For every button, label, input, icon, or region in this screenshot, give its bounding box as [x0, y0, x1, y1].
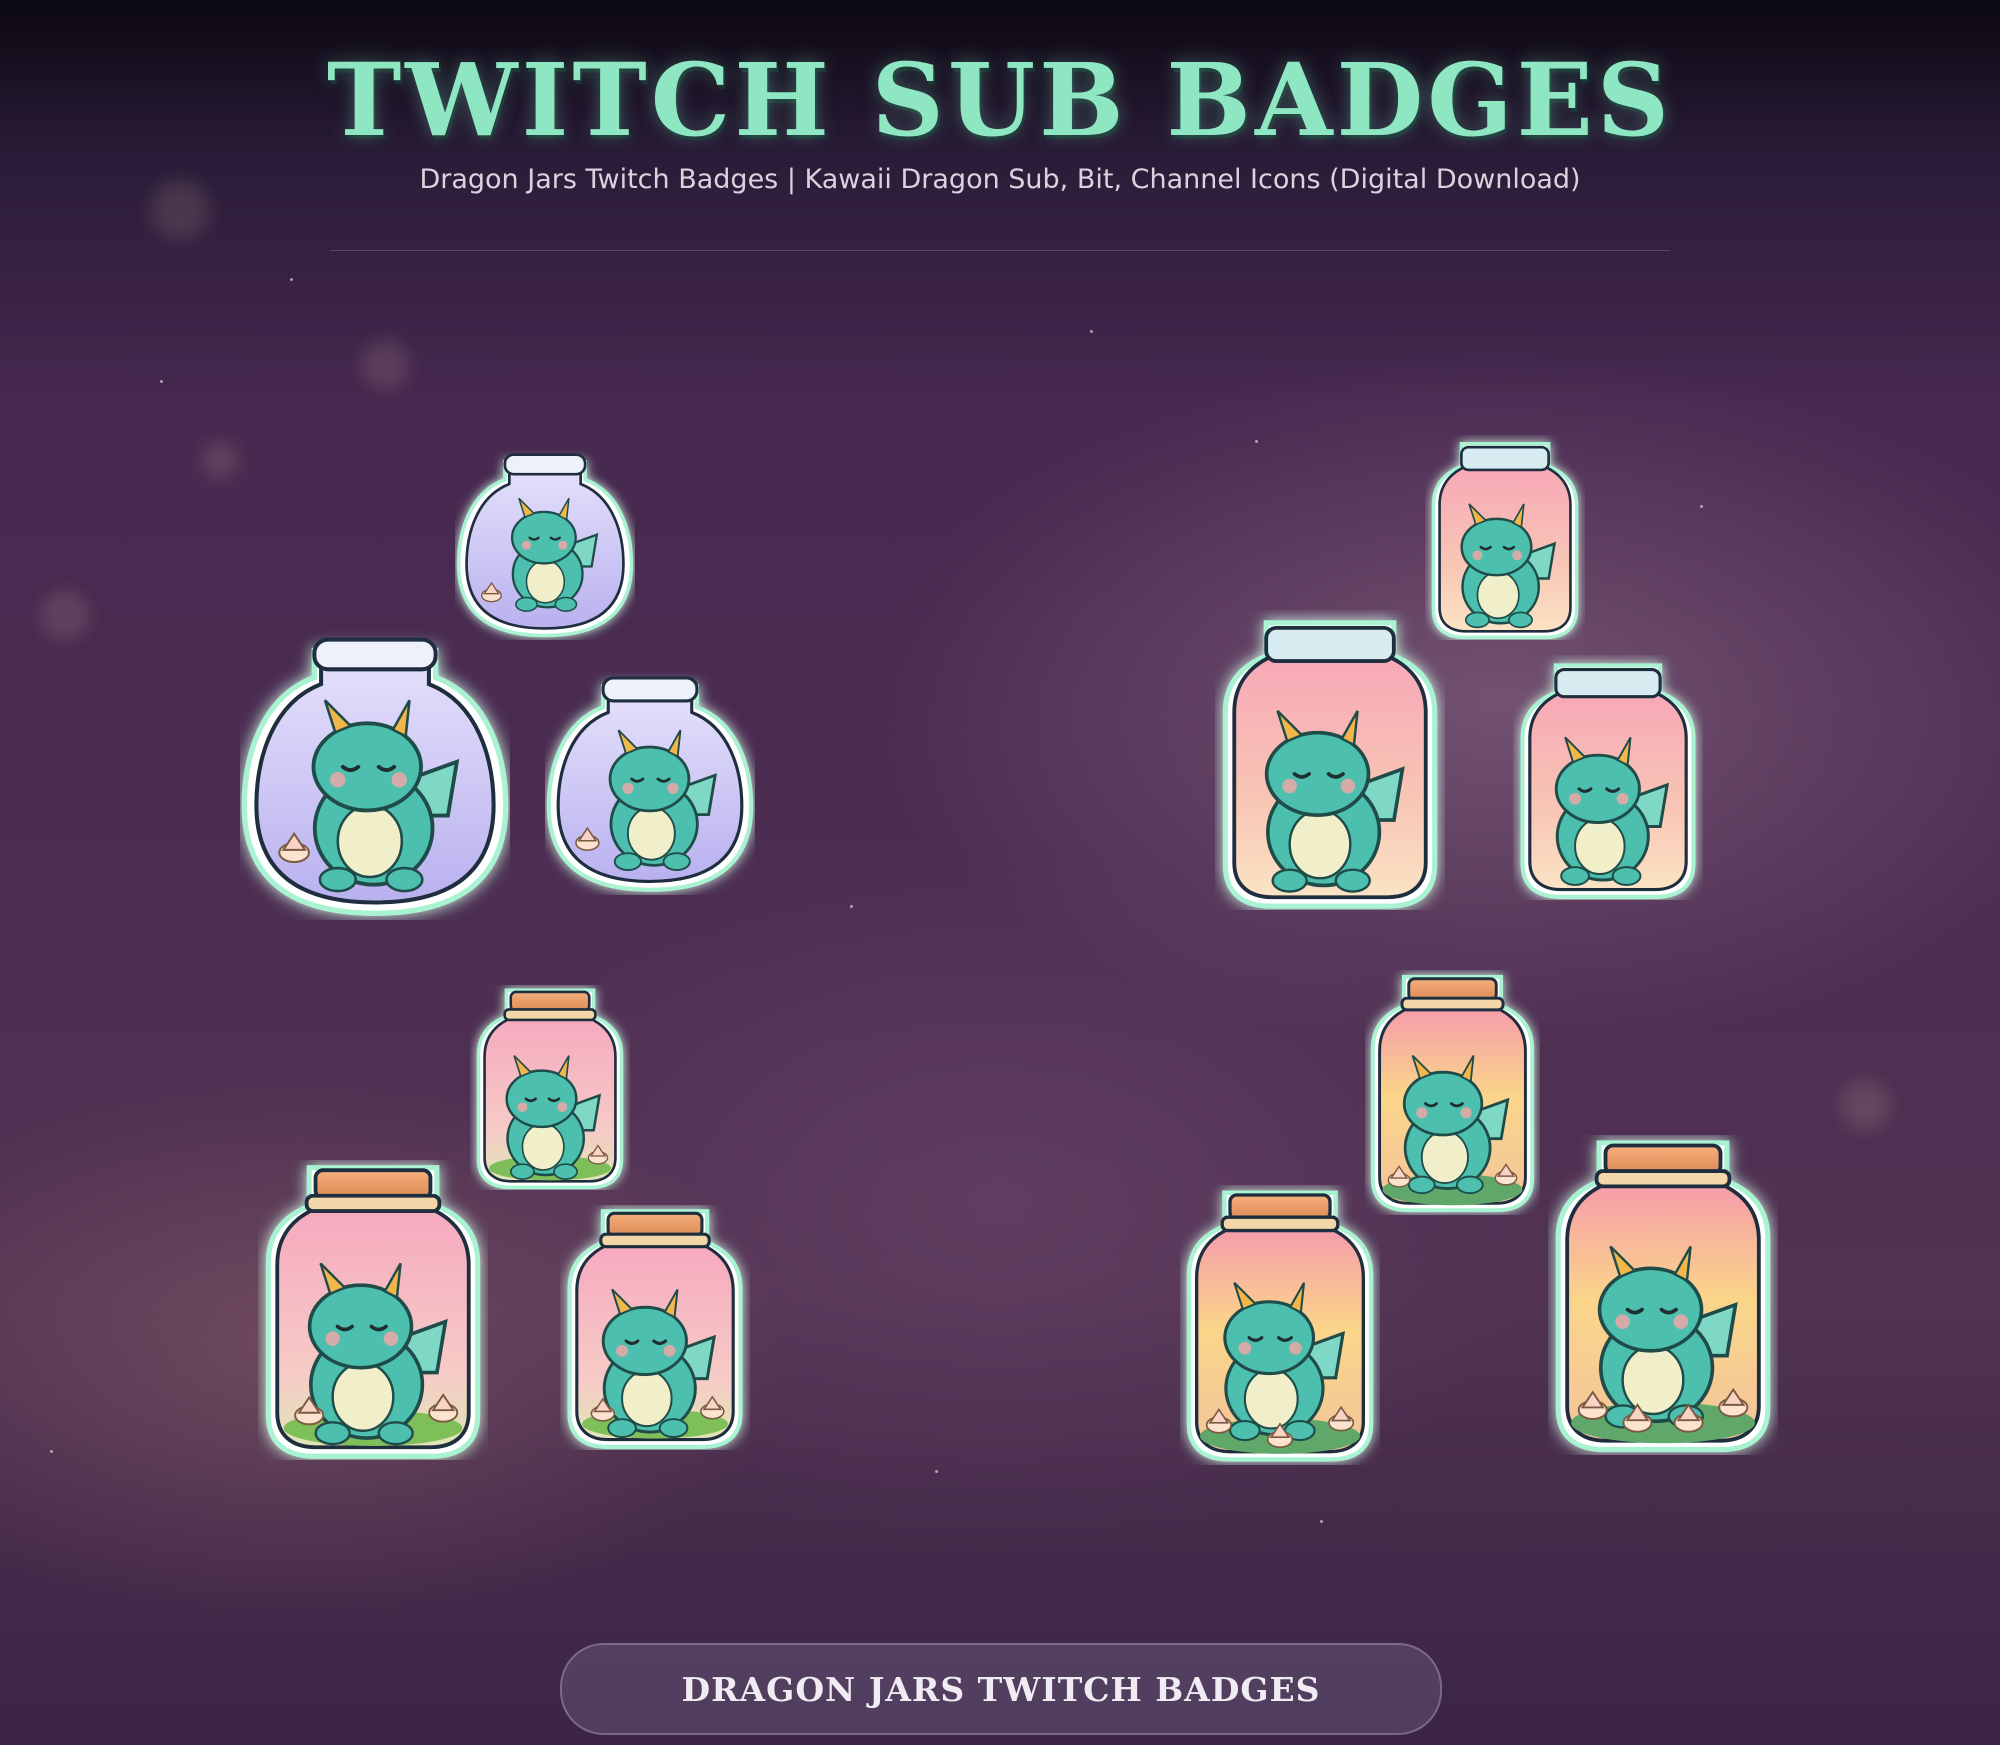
pink-glass-jar-badge-medium [1520, 663, 1696, 899]
star [1255, 440, 1258, 443]
star [290, 278, 293, 281]
bokeh-light [360, 340, 410, 390]
pink-glass-jar-badge-large [1222, 620, 1438, 909]
purple-jar-badge-medium [546, 676, 754, 892]
product-name-label: DRAGON JARS TWITCH BADGES [681, 1669, 1321, 1709]
pink-cork-jar-badge-small [476, 988, 624, 1190]
bokeh-light [1840, 1080, 1890, 1130]
pink-cork-jar-badge-large [265, 1165, 481, 1459]
product-name-button[interactable]: DRAGON JARS TWITCH BADGES [560, 1643, 1442, 1735]
bokeh-light [200, 440, 240, 480]
star [1090, 330, 1093, 333]
pink-cork-jar-badge-medium [567, 1209, 743, 1449]
page-title: TWITCH SUB BADGES [326, 41, 1674, 159]
star [1700, 505, 1703, 508]
header-divider [330, 250, 1670, 251]
pink-glass-jar-badge-small [1431, 441, 1579, 640]
sunset-cork-jar-badge-large [1555, 1140, 1771, 1453]
star [160, 380, 163, 383]
page-header: TWITCH SUB BADGES Dragon Jars Twitch Bad… [0, 40, 2000, 195]
purple-jar-badge-large [241, 637, 509, 916]
star [1320, 1520, 1323, 1523]
sunset-cork-jar-badge-small [1370, 974, 1535, 1213]
star [850, 905, 853, 908]
bokeh-light [40, 590, 90, 640]
purple-jar-badge-small [456, 453, 634, 638]
star [935, 1470, 938, 1473]
page-subtitle: Dragon Jars Twitch Badges | Kawaii Drago… [419, 164, 1581, 195]
sunset-cork-jar-badge-medium [1186, 1190, 1374, 1462]
star [50, 1450, 53, 1453]
